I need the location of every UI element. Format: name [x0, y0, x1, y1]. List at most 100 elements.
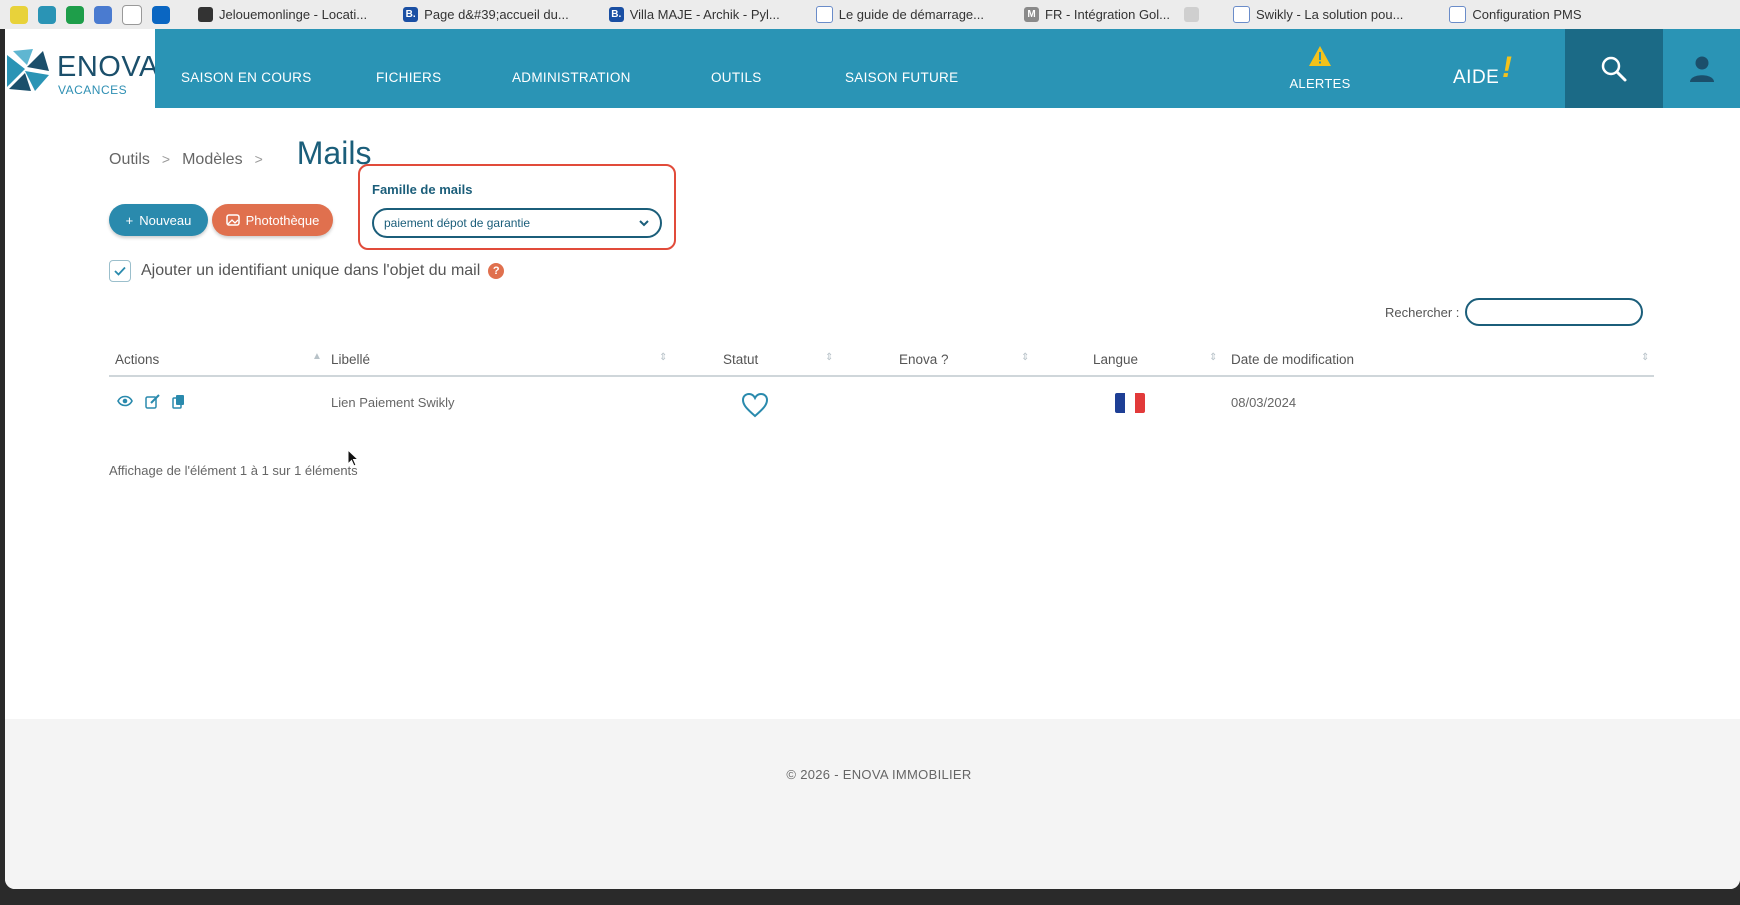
logo-text: ENOVA	[57, 51, 159, 83]
logo-subtitle: VACANCES	[58, 83, 128, 97]
footer: © 2026 - ENOVA IMMOBILIER	[5, 719, 1740, 889]
sort-icon[interactable]: ⇕	[825, 352, 833, 363]
mail-family-selected-value: paiement dépot de garantie	[384, 216, 531, 230]
bookmark-item[interactable]: Le guide de démarrage...	[815, 6, 985, 23]
breadcrumb: Outils > Modèles > Mails	[109, 135, 371, 172]
bookmarks-bar: Jelouemonlinge - Locati... B. Page d&#39…	[0, 0, 1740, 29]
row-libelle: Lien Paiement Swikly	[331, 395, 455, 410]
column-header-statut[interactable]: Statut	[723, 352, 758, 367]
bookmark-label: Swikly - La solution pou...	[1256, 7, 1404, 22]
bookmark-label: Villa MAJE - Archik - Pyl...	[629, 7, 780, 22]
help-exclamation-icon: !	[1502, 51, 1513, 84]
row-actions	[117, 394, 185, 409]
french-flag-icon	[1115, 393, 1145, 413]
alerts-label: ALERTES	[1289, 76, 1351, 91]
user-button[interactable]	[1663, 29, 1740, 108]
bookmark-item[interactable]: M FR - Intégration Gol...	[1024, 7, 1170, 22]
enova-logo-icon	[7, 49, 49, 91]
sort-asc-icon[interactable]: ▲	[312, 351, 322, 362]
main-navbar: SAISON EN COURS FICHIERS ADMINISTRATION …	[155, 29, 1740, 108]
table-row: Lien Paiement Swikly 08/03/2024	[109, 377, 1654, 433]
mail-family-group: Famille de mails paiement dépot de garan…	[358, 164, 676, 250]
app-icon[interactable]	[94, 5, 112, 24]
search-button[interactable]	[1565, 29, 1663, 108]
warning-icon	[1309, 46, 1331, 66]
header: ENOVA VACANCES SAISON EN COURS FICHIERS …	[5, 29, 1740, 108]
bookmark-item[interactable]: B. Villa MAJE - Archik - Pyl...	[608, 7, 780, 22]
breadcrumb-separator: >	[254, 151, 263, 167]
bookmark-item[interactable]: B. Page d&#39;accueil du...	[403, 7, 569, 22]
bookmark-label: Page d&#39;accueil du...	[424, 7, 569, 22]
mouse-cursor-icon	[347, 449, 359, 467]
search-icon	[1601, 56, 1627, 81]
mail-family-select[interactable]: paiement dépot de garantie	[372, 208, 662, 238]
sort-icon[interactable]: ⇕	[1641, 352, 1649, 363]
chevron-down-icon	[639, 220, 649, 227]
linkedin-icon[interactable]	[152, 5, 170, 24]
table-info: Affichage de l'élément 1 à 1 sur 1 éléme…	[109, 463, 358, 478]
user-icon	[1689, 56, 1714, 82]
breadcrumb-outils[interactable]: Outils	[109, 151, 150, 169]
diamond-icon[interactable]	[122, 4, 142, 25]
unique-id-label: Ajouter un identifiant unique dans l'obj…	[141, 262, 481, 279]
alerts-button[interactable]: ALERTES	[1280, 45, 1360, 91]
sort-icon[interactable]: ⇕	[659, 352, 667, 363]
app-window: ENOVA VACANCES SAISON EN COURS FICHIERS …	[5, 29, 1740, 889]
bookmark-label: Le guide de démarrage...	[838, 7, 985, 22]
column-header-enova[interactable]: Enova ?	[899, 352, 949, 367]
heart-icon[interactable]	[741, 392, 769, 418]
bookmark-item[interactable]: Swikly - La solution pou...	[1233, 6, 1403, 23]
table-header: Actions ▲ Libellé ⇕ Statut ⇕ Enova ? ⇕ L…	[109, 349, 1654, 377]
column-header-libelle[interactable]: Libellé	[331, 352, 370, 367]
sort-icon[interactable]: ⇕	[1209, 352, 1217, 363]
copy-icon[interactable]	[172, 394, 185, 409]
edit-icon[interactable]	[145, 394, 160, 409]
photo-library-button[interactable]: Photothèque	[212, 204, 333, 236]
nav-item-saison-en-cours[interactable]: SAISON EN COURS	[181, 70, 312, 85]
mail-family-label: Famille de mails	[372, 182, 473, 197]
extension-icon[interactable]	[10, 5, 28, 24]
eye-icon[interactable]	[117, 394, 133, 408]
bookmark-label: Jelouemonlinge - Locati...	[219, 7, 368, 22]
bookmark-favicon-icon	[1233, 6, 1251, 23]
help-circle-icon[interactable]: ?	[488, 263, 505, 279]
bookmark-label: FR - Intégration Gol...	[1045, 7, 1171, 22]
enova-logo[interactable]: ENOVA VACANCES	[5, 43, 160, 103]
bookmark-favicon-icon	[1449, 6, 1467, 23]
sort-icon[interactable]: ⇕	[1021, 352, 1029, 363]
nav-item-fichiers[interactable]: FICHIERS	[376, 70, 441, 85]
sheets-icon[interactable]	[66, 5, 84, 24]
search-input[interactable]	[1465, 298, 1644, 326]
unique-id-checkbox[interactable]	[109, 260, 131, 282]
column-header-langue[interactable]: Langue	[1093, 352, 1138, 367]
new-button-label: Nouveau	[139, 212, 192, 228]
plus-icon: +	[125, 212, 134, 228]
new-button[interactable]: + Nouveau	[109, 204, 208, 236]
unique-id-option: Ajouter un identifiant unique dans l'obj…	[109, 260, 505, 282]
bookmark-favicon-icon	[815, 6, 833, 23]
help-label: AIDE	[1453, 67, 1500, 88]
bookmark-favicon-icon	[198, 7, 213, 22]
nav-item-outils[interactable]: OUTILS	[711, 70, 762, 85]
table-search: Rechercher :	[1385, 298, 1644, 326]
breadcrumb-modeles[interactable]: Modèles	[182, 151, 242, 169]
footer-copyright: © 2026 - ENOVA IMMOBILIER	[786, 767, 972, 782]
image-icon	[225, 214, 240, 226]
breadcrumb-separator: >	[161, 151, 171, 167]
column-header-actions: Actions	[115, 352, 160, 367]
column-header-date[interactable]: Date de modification	[1231, 352, 1354, 367]
bookmark-favicon-icon: B.	[608, 7, 624, 22]
photo-library-label: Photothèque	[245, 212, 320, 228]
bookmark-label: Configuration PMS	[1472, 7, 1582, 22]
bookmark-item[interactable]: Configuration PMS	[1449, 6, 1582, 23]
mails-table: Actions ▲ Libellé ⇕ Statut ⇕ Enova ? ⇕ L…	[109, 349, 1654, 433]
nav-item-administration[interactable]: ADMINISTRATION	[512, 70, 631, 85]
search-label: Rechercher :	[1385, 304, 1460, 320]
app-icon[interactable]	[38, 5, 56, 24]
bookmark-item[interactable]: Jelouemonlinge - Locati...	[198, 7, 367, 22]
nav-item-saison-future[interactable]: SAISON FUTURE	[845, 70, 958, 85]
bookmark-favicon-icon: B.	[403, 7, 419, 22]
folder-icon[interactable]	[1184, 7, 1200, 22]
help-button[interactable]: AIDE !	[1453, 51, 1512, 89]
row-date: 08/03/2024	[1231, 395, 1297, 410]
